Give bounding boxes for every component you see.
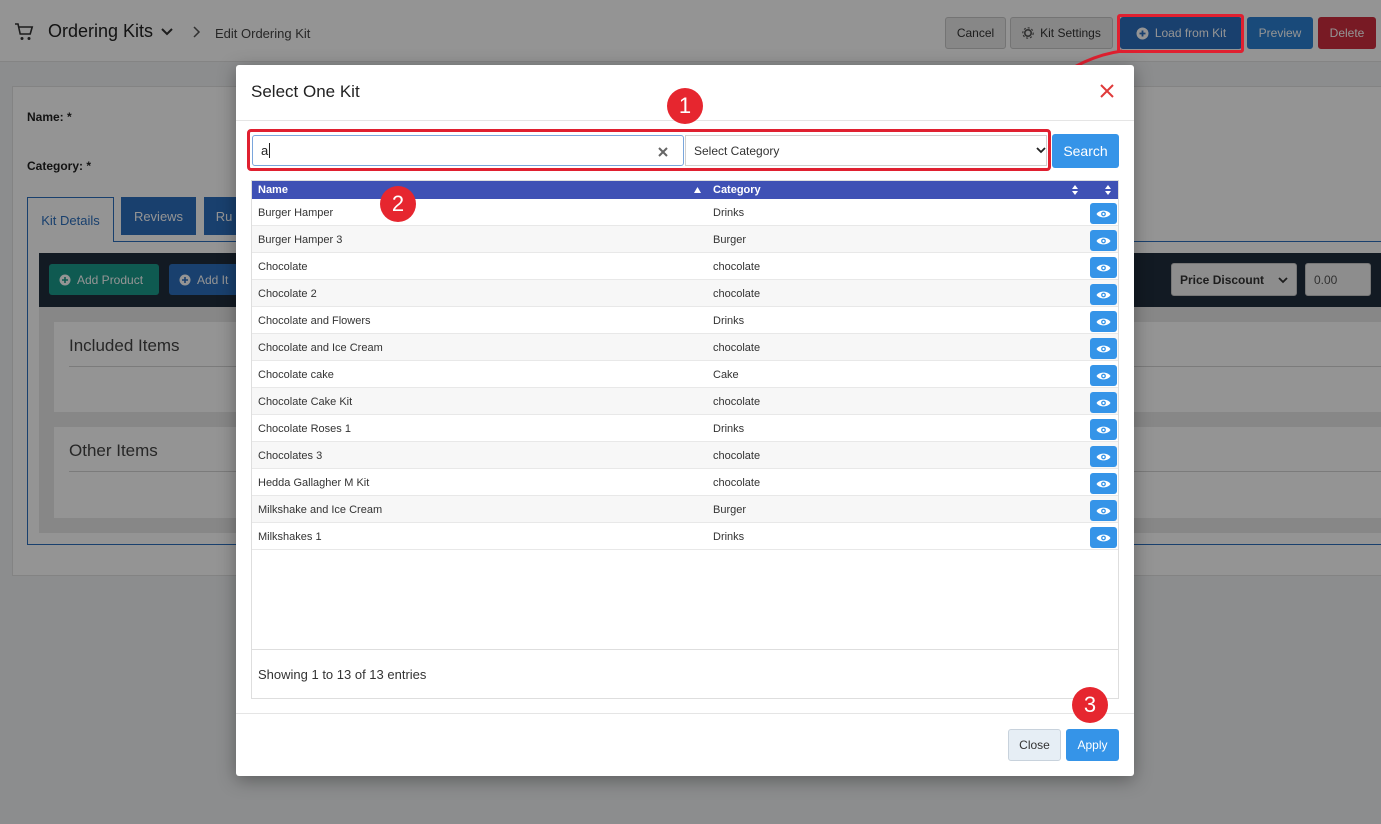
table-row[interactable]: Milkshake and Ice Cream Burger [252, 496, 1118, 523]
view-button[interactable] [1090, 419, 1117, 440]
view-button[interactable] [1090, 473, 1117, 494]
table-row[interactable]: Chocolate chocolate [252, 253, 1118, 280]
cell-name: Chocolate 2 [258, 288, 317, 300]
view-button[interactable] [1090, 365, 1117, 386]
sort-asc-icon[interactable] [694, 187, 701, 193]
kits-table: Name Category Burger Hamper Drinks Burger … [251, 180, 1119, 699]
eye-icon [1096, 372, 1111, 379]
cell-name: Burger Hamper 3 [258, 234, 343, 246]
cell-name: Chocolate and Ice Cream [258, 342, 383, 354]
sort-icon[interactable] [1072, 185, 1078, 195]
eye-icon [1096, 453, 1111, 460]
close-icon[interactable] [1098, 82, 1116, 100]
table-row[interactable]: Chocolate Roses 1 Drinks [252, 415, 1118, 442]
step-badge-3: 3 [1072, 687, 1108, 723]
eye-icon [1096, 318, 1111, 325]
search-button[interactable]: Search [1052, 134, 1119, 168]
table-row[interactable]: Chocolates 3 chocolate [252, 442, 1118, 469]
cell-category: Drinks [713, 423, 745, 435]
table-row[interactable]: Chocolate 2 chocolate [252, 280, 1118, 307]
cell-name: Milkshake and Ice Cream [258, 504, 383, 516]
eye-icon [1096, 534, 1111, 541]
table-row[interactable]: Milkshakes 1 Drinks [252, 523, 1118, 550]
cell-category: Drinks [713, 531, 745, 543]
eye-icon [1096, 507, 1111, 514]
cell-name: Hedda Gallagher M Kit [258, 477, 370, 489]
cell-name: Chocolate Roses 1 [258, 423, 351, 435]
cell-name: Chocolate and Flowers [258, 315, 371, 327]
table-row[interactable]: Chocolate and Ice Cream chocolate [252, 334, 1118, 361]
cell-category: Drinks [713, 315, 745, 327]
eye-icon [1096, 237, 1111, 244]
apply-button[interactable]: Apply [1066, 729, 1119, 761]
table-row[interactable]: Chocolate and Flowers Drinks [252, 307, 1118, 334]
view-button[interactable] [1090, 257, 1117, 278]
view-button[interactable] [1090, 284, 1117, 305]
search-highlight [247, 129, 1051, 171]
step-badge-2: 2 [380, 186, 416, 222]
cell-name: Chocolate cake [258, 369, 334, 381]
view-button[interactable] [1090, 203, 1117, 224]
table-row[interactable]: Chocolate Cake Kit chocolate [252, 388, 1118, 415]
cell-category: Burger [713, 234, 747, 246]
view-button[interactable] [1090, 527, 1117, 548]
cell-category: chocolate [713, 396, 761, 408]
eye-icon [1096, 291, 1111, 298]
cell-category: chocolate [713, 288, 761, 300]
view-button[interactable] [1090, 338, 1117, 359]
eye-icon [1096, 264, 1111, 271]
view-button[interactable] [1090, 311, 1117, 332]
step-badge-1: 1 [667, 88, 703, 124]
view-button[interactable] [1090, 446, 1117, 467]
view-button[interactable] [1090, 230, 1117, 251]
select-kit-modal: Select One Kit a Select Category Search … [236, 65, 1134, 776]
eye-icon [1096, 426, 1111, 433]
cell-category: chocolate [713, 342, 761, 354]
cell-name: Chocolate [258, 261, 308, 273]
cell-name: Chocolates 3 [258, 450, 323, 462]
table-row[interactable]: Hedda Gallagher M Kit chocolate [252, 469, 1118, 496]
cell-name: Milkshakes 1 [258, 531, 322, 543]
divider [252, 649, 1118, 650]
divider [236, 713, 1134, 714]
cell-name: Chocolate Cake Kit [258, 396, 353, 408]
sort-icon[interactable] [1105, 185, 1111, 195]
cell-category: Drinks [713, 207, 745, 219]
entries-info: Showing 1 to 13 of 13 entries [258, 667, 427, 682]
column-header-name[interactable]: Name [258, 184, 288, 196]
eye-icon [1096, 399, 1111, 406]
table-row[interactable]: Chocolate cake Cake [252, 361, 1118, 388]
cell-name: Burger Hamper [258, 207, 334, 219]
cell-category: Cake [713, 369, 739, 381]
load-from-kit-highlight [1117, 14, 1244, 53]
eye-icon [1096, 210, 1111, 217]
eye-icon [1096, 345, 1111, 352]
modal-title: Select One Kit [251, 82, 360, 101]
close-button[interactable]: Close [1008, 729, 1061, 761]
column-header-category[interactable]: Category [713, 184, 761, 196]
cell-category: Burger [713, 504, 747, 516]
view-button[interactable] [1090, 392, 1117, 413]
cell-category: chocolate [713, 450, 761, 462]
cell-category: chocolate [713, 261, 761, 273]
eye-icon [1096, 480, 1111, 487]
view-button[interactable] [1090, 500, 1117, 521]
cell-category: chocolate [713, 477, 761, 489]
table-row[interactable]: Burger Hamper 3 Burger [252, 226, 1118, 253]
